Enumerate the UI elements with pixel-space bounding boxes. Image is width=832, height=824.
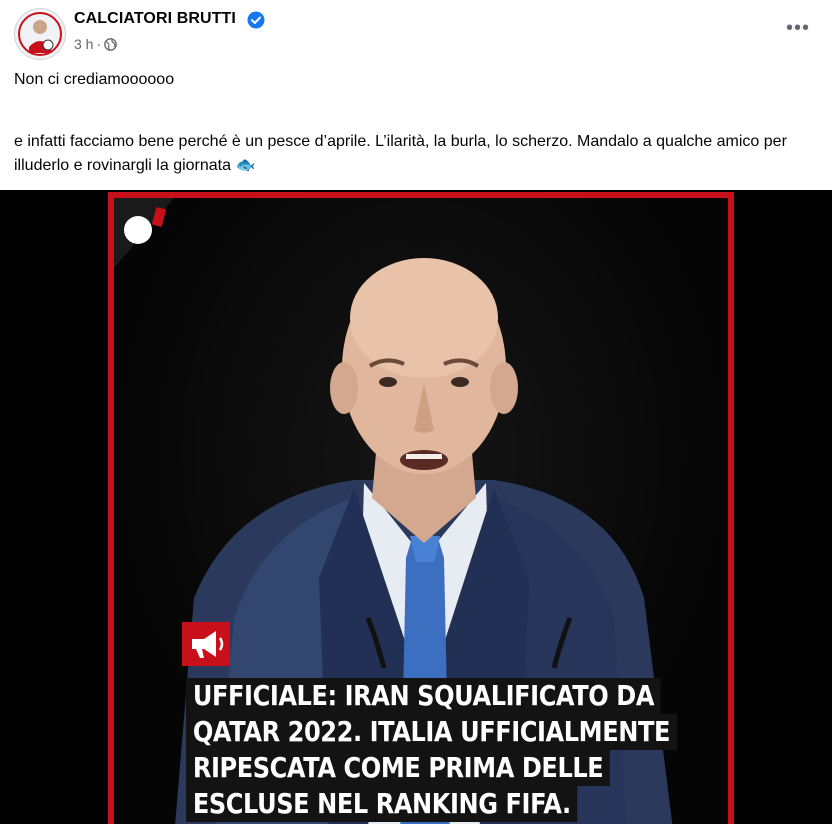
more-options-icon[interactable]: ••• [786,18,810,38]
post-meta: 3 h · [74,36,117,52]
verified-badge-icon [247,11,265,29]
page-name-link[interactable]: CALCIATORI BRUTTI [74,10,236,28]
post-header: CALCIATORI BRUTTI 3 h · ••• [0,0,832,64]
post-text-line-1: Non ci crediamoooooo [14,71,175,88]
headline-line-4: ESCLUSE NEL RANKING FIFA. [186,786,578,822]
post-image[interactable]: UFFICIALE: IRAN SQUALIFICATO DA QATAR 20… [0,190,832,824]
image-red-frame: UFFICIALE: IRAN SQUALIFICATO DA QATAR 20… [108,192,734,824]
globe-icon[interactable] [104,37,117,51]
post-timestamp[interactable]: 3 h [74,36,93,52]
headline-line-1: UFFICIALE: IRAN SQUALIFICATO DA [186,678,661,714]
image-headline: UFFICIALE: IRAN SQUALIFICATO DA QATAR 20… [186,678,716,822]
post-text-line-2: e infatti facciamo bene perché è un pesc… [14,133,787,174]
headline-line-2: QATAR 2022. ITALIA UFFICIALMENTE [186,714,677,750]
page-avatar[interactable] [14,8,66,60]
brand-logo-icon [114,198,174,268]
meta-separator: · [96,36,102,52]
headline-line-3: RIPESCATA COME PRIMA DELLE [186,750,611,786]
avatar-image [15,9,65,59]
megaphone-badge [182,622,230,666]
megaphone-icon [192,631,224,658]
